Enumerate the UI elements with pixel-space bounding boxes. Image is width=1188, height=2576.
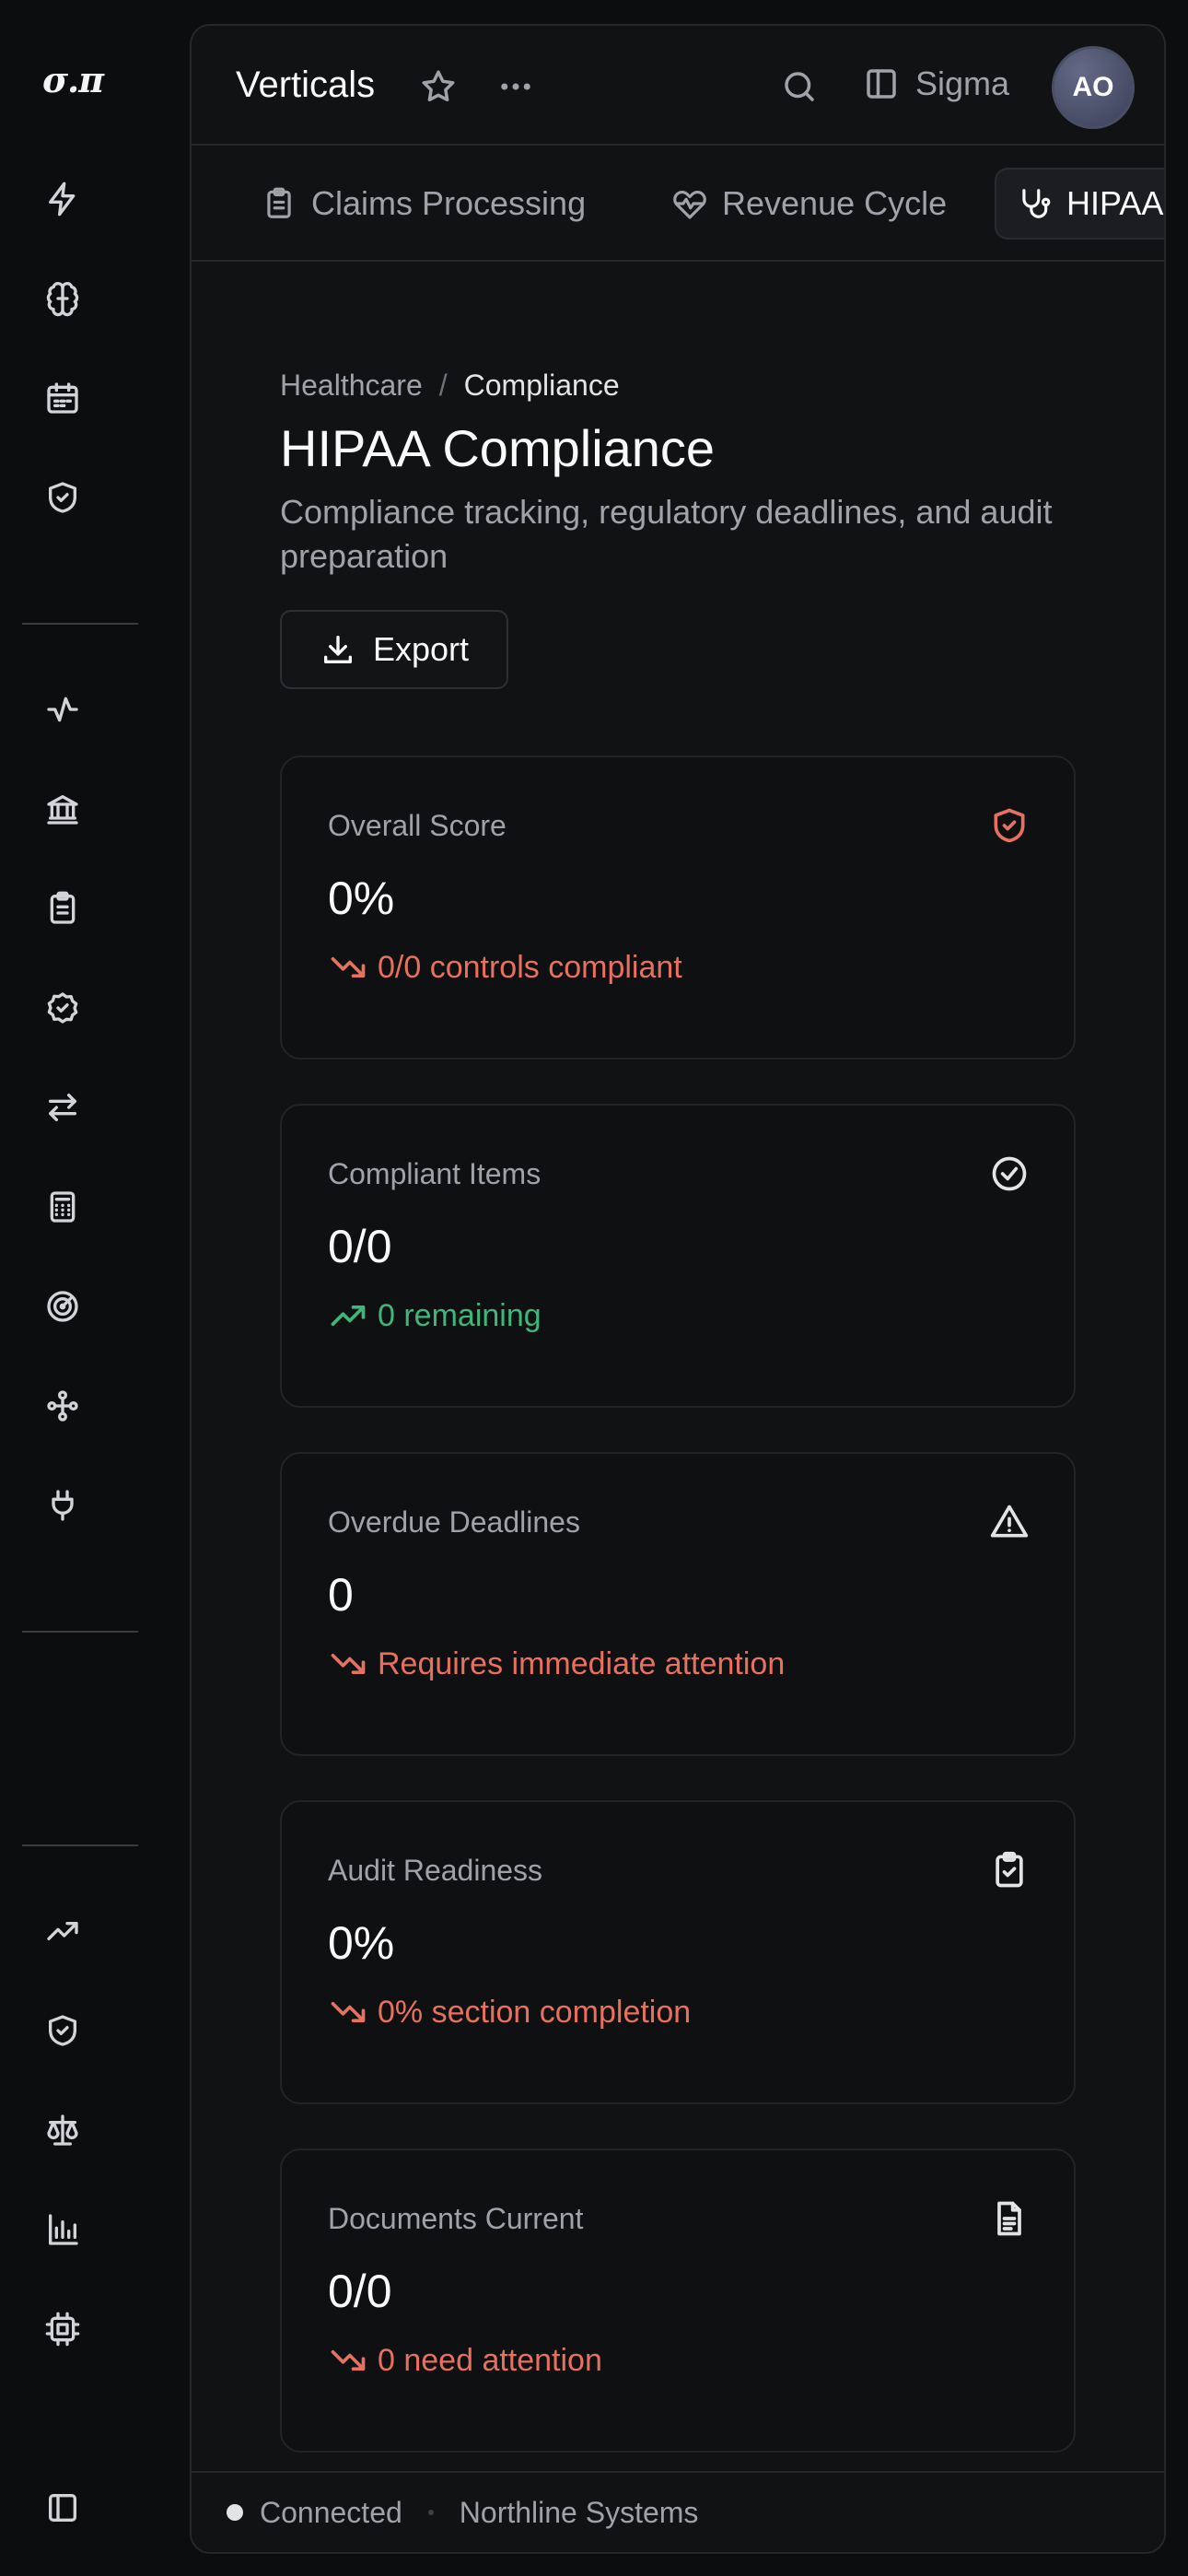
tab-bar: Claims Processing Revenue Cycle HIPAA	[192, 146, 1164, 262]
main-panel: Verticals Sigma AO Claims Processing Rev…	[190, 24, 1166, 2554]
trending-down-icon	[331, 2350, 366, 2371]
stat-card-documents-current: Documents Current 0/0 0 need attention	[280, 2149, 1076, 2453]
card-value: 0/0	[328, 2266, 392, 2317]
shield-check-icon[interactable]	[33, 2001, 92, 2060]
card-trend-text: 0 remaining	[378, 1297, 542, 1333]
card-trend: Requires immediate attention	[328, 1644, 785, 1684]
card-label: Compliant Items	[328, 1157, 542, 1190]
breadcrumb-separator: /	[438, 369, 448, 402]
trending-down-icon	[331, 1654, 366, 1674]
stat-card-overdue-deadlines: Overdue Deadlines 0 Requires immediate a…	[280, 1452, 1076, 1756]
organization-name[interactable]: Northline Systems	[460, 2496, 699, 2530]
status-bar: Connected Northline Systems	[192, 2471, 1164, 2552]
heart-pulse-icon	[673, 190, 706, 219]
app-title: Verticals	[236, 64, 376, 105]
page-description: Compliance tracking, regulatory deadline…	[280, 493, 1053, 575]
scale-icon[interactable]	[33, 2101, 92, 2160]
card-trend-text: Requires immediate attention	[378, 1645, 786, 1681]
bar-chart-icon[interactable]	[33, 2200, 92, 2259]
tab-revenue-cycle[interactable]: Revenue Cycle	[652, 168, 967, 240]
tab-claims-processing[interactable]: Claims Processing	[241, 168, 606, 240]
check-circle-icon	[989, 1153, 1030, 1194]
card-value: 0%	[328, 1917, 395, 1969]
card-trend-text: 0 need attention	[378, 2342, 602, 2378]
card-trend: 0 need attention	[328, 2340, 602, 2381]
card-trend-text: 0/0 controls compliant	[378, 949, 682, 985]
stethoscope-icon	[1022, 189, 1051, 218]
export-label: Export	[372, 630, 470, 668]
calculator-icon[interactable]	[33, 1177, 92, 1236]
card-value: 0%	[328, 872, 395, 924]
connection-status-dot	[227, 2504, 243, 2521]
panel-icon	[867, 69, 896, 99]
search-icon[interactable]	[777, 64, 821, 109]
clipboard-list-icon[interactable]	[33, 879, 92, 938]
sidebar-toggle-icon[interactable]	[33, 2478, 92, 2537]
card-label: Audit Readiness	[328, 1854, 543, 1887]
stat-card-overall-score: Overall Score 0% 0/0 controls compliant	[280, 755, 1076, 1060]
rail-divider	[22, 1631, 138, 1633]
trending-up-icon	[331, 1306, 366, 1326]
calendar-icon[interactable]	[33, 369, 92, 427]
star-icon[interactable]	[416, 64, 460, 109]
sigma-label: Sigma	[915, 64, 1010, 102]
card-value: 0/0	[328, 1221, 392, 1272]
lightning-icon[interactable]	[33, 170, 92, 228]
clipboard-icon	[267, 187, 291, 218]
bank-icon[interactable]	[33, 779, 92, 838]
breadcrumb-current: Compliance	[463, 369, 620, 402]
app-logo[interactable]: σ.π	[42, 59, 104, 100]
workflow-icon[interactable]	[33, 1376, 92, 1435]
plug-icon[interactable]	[33, 1476, 92, 1535]
tab-hipaa[interactable]: HIPAA	[995, 168, 1164, 240]
card-value: 0	[328, 1569, 354, 1621]
shield-check-icon[interactable]	[33, 468, 92, 527]
trending-up-icon[interactable]	[33, 1902, 92, 1961]
card-label: Overdue Deadlines	[328, 1505, 580, 1539]
avatar[interactable]: AO	[1052, 46, 1135, 129]
trending-down-icon	[331, 2002, 366, 2022]
top-bar: Verticals Sigma AO	[192, 26, 1164, 146]
clipboard-check-icon	[989, 1850, 1030, 1891]
breadcrumb-parent[interactable]: Healthcare	[280, 369, 423, 403]
brain-icon[interactable]	[33, 269, 92, 328]
activity-icon[interactable]	[33, 680, 92, 739]
card-trend: 0/0 controls compliant	[328, 947, 682, 988]
download-icon	[323, 636, 352, 663]
export-button[interactable]: Export	[280, 610, 508, 689]
arrows-left-right-icon[interactable]	[33, 1078, 92, 1137]
badge-check-icon[interactable]	[33, 978, 92, 1037]
card-label: Documents Current	[328, 2202, 584, 2235]
page-title: HIPAA Compliance	[280, 419, 716, 477]
tab-label: Revenue Cycle	[722, 184, 948, 222]
rail-divider	[22, 1844, 138, 1846]
rail-divider	[22, 623, 138, 625]
more-horizontal-icon[interactable]	[494, 64, 538, 109]
stat-card-audit-readiness: Audit Readiness 0% 0% section completion	[280, 1800, 1076, 2104]
target-icon[interactable]	[33, 1277, 92, 1336]
alert-triangle-icon	[989, 1502, 1030, 1542]
card-trend-text: 0% section completion	[378, 1994, 692, 2030]
card-label: Overall Score	[328, 809, 507, 842]
left-rail: σ.π	[0, 0, 138, 2576]
connection-status: Connected	[260, 2495, 402, 2529]
status-separator	[427, 2510, 434, 2515]
file-text-icon	[989, 2198, 1030, 2239]
breadcrumb: Healthcare / Compliance	[280, 369, 620, 403]
tab-label: Claims Processing	[311, 184, 587, 222]
sigma-panel-button[interactable]: Sigma	[862, 64, 1009, 103]
card-trend: 0 remaining	[328, 1295, 542, 1336]
cpu-icon[interactable]	[33, 2300, 92, 2359]
tab-label: HIPAA	[1066, 184, 1164, 222]
shield-icon	[989, 805, 1030, 846]
stat-card-compliant-items: Compliant Items 0/0 0 remaining	[280, 1104, 1076, 1408]
card-trend: 0% section completion	[328, 1992, 691, 2032]
trending-down-icon	[331, 957, 366, 978]
